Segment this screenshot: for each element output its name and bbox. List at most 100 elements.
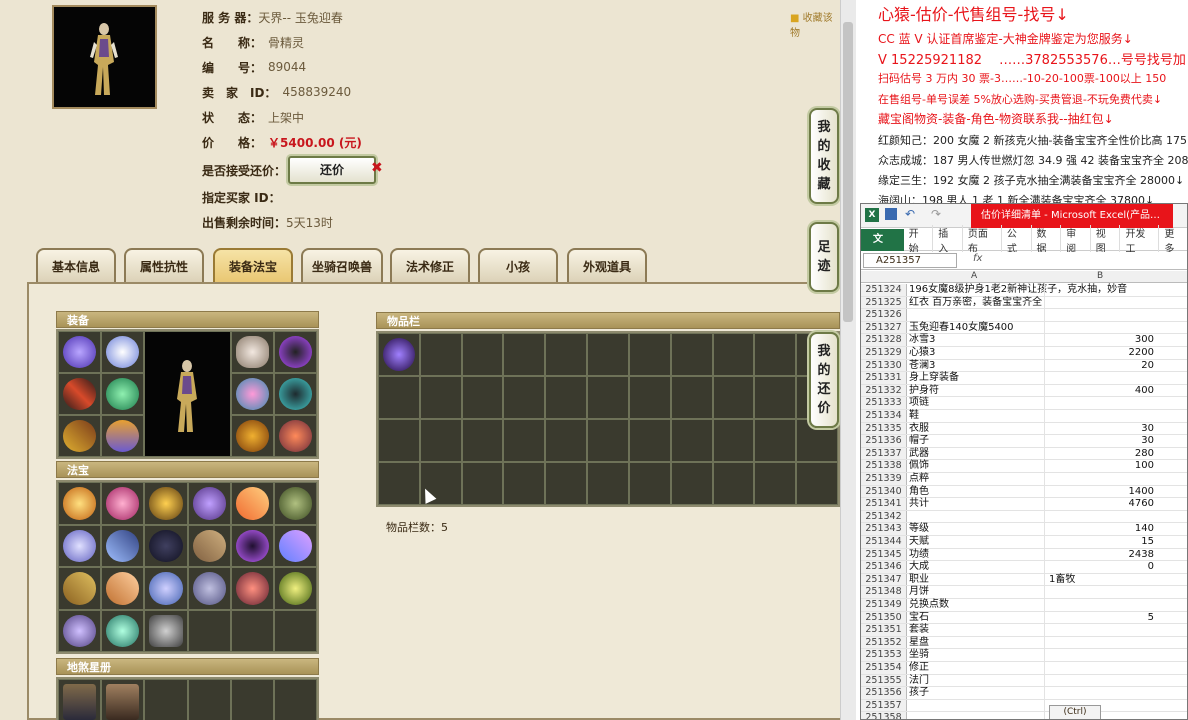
sheet-row[interactable]: 251358	[861, 712, 1187, 719]
cell-a[interactable]: 天赋	[909, 536, 1043, 549]
magic-slot[interactable]	[101, 482, 145, 525]
row-number[interactable]: 251332	[861, 384, 907, 397]
row-number[interactable]: 251324	[861, 284, 907, 296]
sheet-row[interactable]: 251352 星盘	[861, 636, 1187, 650]
row-number[interactable]: 251338	[861, 460, 907, 472]
equip-slot[interactable]	[58, 415, 102, 457]
row-number[interactable]: 251340	[861, 485, 907, 498]
cell-b[interactable]	[1044, 649, 1156, 661]
sheet-row[interactable]: 251346 大成 0	[861, 561, 1187, 574]
name-box[interactable]: A251357	[863, 253, 957, 268]
sheet-row[interactable]: 251340 角色 1400	[861, 485, 1187, 499]
cell-b[interactable]	[1044, 662, 1156, 674]
footprints-button[interactable]: 足 迹	[809, 222, 839, 292]
cell-b[interactable]	[1044, 636, 1156, 649]
cell-b[interactable]: 1畜牧	[1044, 573, 1156, 586]
sheet-row[interactable]: 251326	[861, 309, 1187, 322]
equip-slot[interactable]	[273, 415, 317, 457]
cell-a[interactable]: 星盘	[909, 637, 1043, 650]
row-number[interactable]: 251325	[861, 296, 907, 309]
row-number[interactable]: 251342	[861, 510, 907, 523]
cell-a[interactable]: 点粹	[909, 473, 1043, 486]
equip-slot[interactable]	[58, 373, 102, 415]
fx-icon[interactable]: fx	[973, 253, 982, 264]
cell-b[interactable]: 30	[1044, 435, 1156, 447]
row-number[interactable]: 251345	[861, 548, 907, 561]
cell-a[interactable]: 武器	[909, 448, 1043, 461]
sheet-row[interactable]: 251330 苍澜3 20	[861, 359, 1187, 373]
row-number[interactable]: 251341	[861, 498, 907, 510]
cell-a[interactable]: 共计	[909, 498, 1043, 511]
ribbon-tab[interactable]: 数据	[1032, 224, 1062, 255]
row-number[interactable]: 251354	[861, 662, 907, 674]
magic-slot[interactable]	[144, 482, 188, 525]
row-number[interactable]: 251330	[861, 359, 907, 372]
sheet-row[interactable]: 251324 196女魔8级护身1老2新神让孩子，克水抽，妙音	[861, 284, 1187, 297]
magic-slot[interactable]	[273, 524, 317, 567]
tab-children[interactable]: 小孩	[478, 248, 558, 282]
favorite-link[interactable]: ■ 收藏该物	[790, 9, 840, 39]
row-number[interactable]: 251327	[861, 321, 907, 334]
row-number[interactable]: 251346	[861, 561, 907, 573]
cell-a[interactable]: 身上穿装备	[909, 372, 1043, 385]
ribbon-tab[interactable]: 更多	[1159, 225, 1187, 255]
inventory-slot[interactable]	[378, 333, 420, 376]
cell-a[interactable]: 职业	[909, 574, 1043, 587]
tab-basic-info[interactable]: 基本信息	[36, 248, 116, 282]
magic-slot[interactable]	[144, 567, 188, 610]
cell-a[interactable]: 帽子	[909, 435, 1043, 448]
sheet-row[interactable]: 251344 天赋 15	[861, 536, 1187, 549]
cell-b[interactable]: 1400	[1044, 485, 1156, 498]
magic-slot[interactable]	[273, 482, 317, 525]
equip-slot[interactable]	[230, 331, 274, 373]
row-number[interactable]: 251335	[861, 422, 907, 435]
row-number[interactable]: 251358	[861, 712, 907, 719]
ribbon-tab-file[interactable]: 文件	[861, 228, 904, 267]
row-number[interactable]: 251353	[861, 649, 907, 661]
equip-slot[interactable]	[101, 331, 145, 373]
cell-b[interactable]: 4760	[1044, 498, 1156, 510]
magic-slot[interactable]	[58, 482, 102, 525]
cell-b[interactable]: 15	[1044, 536, 1156, 548]
sheet-row[interactable]: 251354 修正	[861, 662, 1187, 675]
tab-attributes[interactable]: 属性抗性	[124, 248, 204, 282]
row-number[interactable]: 251350	[861, 611, 907, 624]
sheet-row[interactable]: 251353 坐骑	[861, 649, 1187, 662]
cell-a[interactable]: 苍澜3	[909, 360, 1043, 373]
cell-b[interactable]	[1044, 284, 1156, 296]
cell-a[interactable]: 红衣 百万亲密，装备宝宝齐全	[909, 297, 1043, 310]
cell-a[interactable]: 坐骑	[909, 649, 1043, 662]
undo-icon[interactable]: ↶	[905, 207, 915, 221]
ribbon-tab[interactable]: 公式	[1002, 224, 1032, 255]
sheet-row[interactable]: 251348 月饼	[861, 586, 1187, 599]
cell-a[interactable]: 套装	[909, 624, 1043, 637]
sheet-row[interactable]: 251345 功绩 2438	[861, 548, 1187, 562]
ribbon-tab[interactable]: 开发工	[1120, 224, 1160, 255]
magic-slot[interactable]	[230, 482, 274, 525]
cell-b[interactable]: 300	[1044, 334, 1156, 346]
sheet-row[interactable]: 251332 护身符 400	[861, 384, 1187, 398]
counter-offer-button[interactable]: 还价	[288, 156, 376, 184]
cell-a[interactable]: 护身符	[909, 385, 1043, 398]
sheet-row[interactable]: 251325 红衣 百万亲密，装备宝宝齐全	[861, 296, 1187, 310]
cell-a[interactable]: 功绩	[909, 549, 1043, 562]
sheet-row[interactable]: 251339 点粹	[861, 473, 1187, 486]
ribbon-tab[interactable]: 视图	[1091, 224, 1121, 255]
ribbon-tab[interactable]: 插入	[933, 224, 963, 255]
cell-b[interactable]: 0	[1044, 561, 1156, 573]
cell-b[interactable]	[1044, 321, 1156, 334]
cell-a[interactable]: 角色	[909, 486, 1043, 499]
sheet-row[interactable]: 251337 武器 280	[861, 447, 1187, 461]
sheet-row[interactable]: 251347 职业 1畜牧	[861, 573, 1187, 587]
magic-slot[interactable]	[144, 609, 188, 652]
cell-b[interactable]: 400	[1044, 384, 1156, 397]
sheet-row[interactable]: 251355 法门	[861, 674, 1187, 688]
cell-b[interactable]	[1044, 296, 1156, 309]
sheet-row[interactable]: 251329 心猿3 2200	[861, 347, 1187, 360]
cell-a[interactable]: 佩饰	[909, 460, 1043, 473]
cell-b[interactable]: 2200	[1044, 347, 1156, 359]
sheet-row[interactable]: 251350 宝石 5	[861, 611, 1187, 625]
cell-a[interactable]: 孩子	[909, 687, 1043, 700]
close-icon[interactable]: ✖	[371, 160, 383, 176]
row-number[interactable]: 251349	[861, 599, 907, 611]
